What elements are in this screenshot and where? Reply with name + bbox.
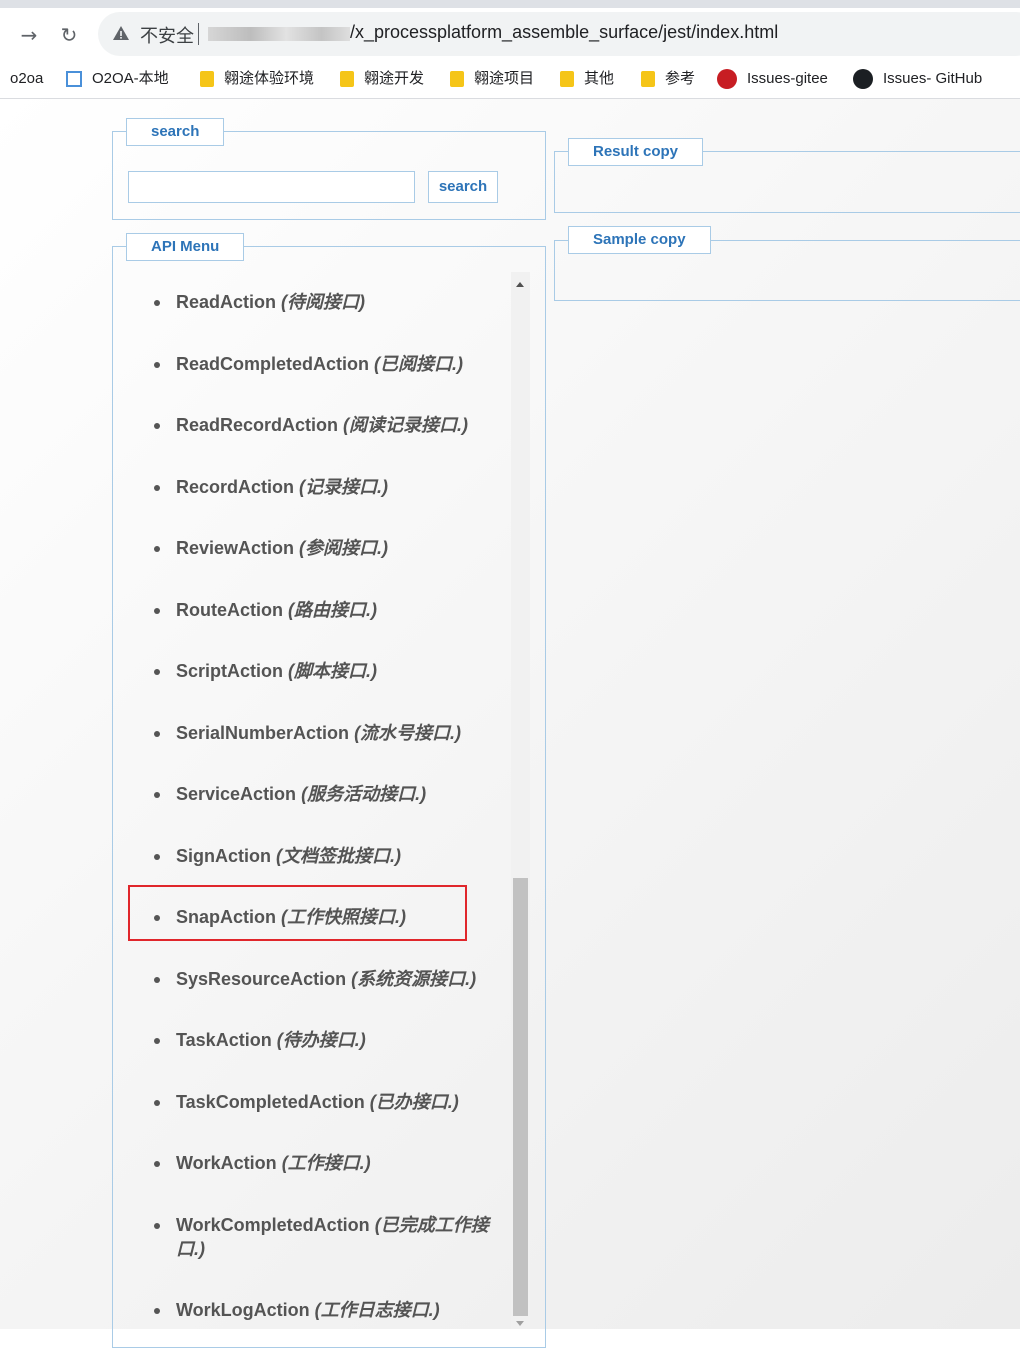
url-text[interactable]: /x_processplatform_assemble_surface/jest… bbox=[350, 22, 778, 43]
action-name[interactable]: ScriptAction bbox=[176, 661, 283, 681]
action-name[interactable]: ServiceAction bbox=[176, 784, 296, 804]
bookmark-folder-4[interactable]: 其他 bbox=[560, 69, 614, 89]
action-desc: (参阅接口.) bbox=[299, 538, 389, 558]
action-name[interactable]: TaskCompletedAction bbox=[176, 1092, 365, 1112]
folder-icon bbox=[560, 71, 574, 88]
bookmarks-bar: o2oa O2OA-本地 翱途体验环境 翱途开发 翱途项目 其他 参考 Issu… bbox=[0, 60, 1020, 99]
insecure-label: 不安全 bbox=[140, 26, 194, 46]
action-desc: (流水号接口.) bbox=[354, 723, 462, 743]
bookmark-folder-1[interactable]: 翱途体验环境 bbox=[200, 69, 314, 89]
bookmark-label: Issues- GitHub bbox=[883, 70, 983, 87]
bullet bbox=[154, 1100, 160, 1106]
bookmark-label: O2OA-本地 bbox=[92, 70, 169, 87]
action-name[interactable]: ReadRecordAction bbox=[176, 415, 338, 435]
bookmark-o2oa-local[interactable]: O2OA-本地 bbox=[66, 69, 169, 89]
bookmark-label: 参考 bbox=[665, 70, 696, 87]
folder-icon bbox=[340, 71, 354, 88]
action-name[interactable]: SysResourceAction bbox=[176, 969, 346, 989]
action-desc: (脚本接口.) bbox=[288, 661, 378, 681]
action-name[interactable]: ReviewAction bbox=[176, 538, 294, 558]
folder-icon bbox=[450, 71, 464, 88]
bullet bbox=[154, 300, 160, 306]
api-menu-legend: API Menu bbox=[126, 233, 245, 261]
address-bar[interactable]: 不安全 /x_processplatform_assemble_surface/… bbox=[98, 12, 1020, 56]
bookmark-label: 翱途开发 bbox=[364, 70, 425, 87]
browser-toolbar: → ↻ 不安全 /x_processplatform_assemble_surf… bbox=[0, 8, 1020, 60]
action-desc: (已办接口.) bbox=[369, 1092, 459, 1112]
action-name[interactable]: SerialNumberAction bbox=[176, 723, 349, 743]
snapaction-highlight-box bbox=[128, 885, 467, 941]
search-button[interactable]: search bbox=[428, 171, 498, 203]
action-desc: (工作接口.) bbox=[281, 1153, 371, 1173]
action-name[interactable]: ReadAction bbox=[176, 292, 276, 312]
forward-icon[interactable]: → bbox=[14, 22, 44, 48]
bookmark-issues-gitee[interactable]: Issues-gitee bbox=[717, 69, 828, 90]
bullet bbox=[154, 423, 160, 429]
search-input[interactable] bbox=[128, 171, 415, 203]
sample-copy-legend[interactable]: Sample copy bbox=[568, 226, 711, 254]
bullet bbox=[154, 362, 160, 368]
bullet bbox=[154, 1308, 160, 1314]
bullet bbox=[154, 608, 160, 614]
o2oa-icon bbox=[66, 71, 82, 88]
action-desc: (路由接口.) bbox=[288, 600, 378, 620]
bookmark-issues-github[interactable]: Issues- GitHub bbox=[853, 69, 983, 90]
bullet bbox=[154, 854, 160, 860]
action-desc: (系统资源接口.) bbox=[351, 969, 477, 989]
bullet bbox=[154, 1161, 160, 1167]
scroll-up-arrow-icon[interactable] bbox=[516, 282, 524, 287]
action-name[interactable]: WorkCompletedAction bbox=[176, 1215, 370, 1235]
api-menu-list: ReadAction (待阅接口) ReadCompletedAction (已… bbox=[128, 272, 510, 1329]
warning-icon[interactable] bbox=[112, 24, 130, 42]
github-icon bbox=[853, 69, 873, 90]
gitee-icon bbox=[717, 69, 737, 90]
action-name[interactable]: WorkLogAction bbox=[176, 1300, 310, 1320]
bookmark-label: 翱途体验环境 bbox=[224, 70, 315, 87]
action-name[interactable]: ReadCompletedAction bbox=[176, 354, 369, 374]
action-desc: (待阅接口) bbox=[281, 292, 366, 312]
result-copy-legend[interactable]: Result copy bbox=[568, 138, 704, 166]
reload-icon[interactable]: ↻ bbox=[54, 22, 84, 48]
bookmark-folder-5[interactable]: 参考 bbox=[641, 69, 695, 89]
folder-icon bbox=[200, 71, 214, 88]
separator bbox=[198, 23, 199, 45]
bookmark-label: 翱途项目 bbox=[474, 70, 535, 87]
action-desc: (服务活动接口.) bbox=[301, 784, 427, 804]
bullet bbox=[154, 546, 160, 552]
scrollbar-thumb[interactable] bbox=[513, 878, 528, 1316]
tab-strip bbox=[0, 0, 1020, 8]
bullet bbox=[154, 1038, 160, 1044]
action-name[interactable]: RecordAction bbox=[176, 477, 294, 497]
action-desc: (工作日志接口.) bbox=[314, 1300, 440, 1320]
folder-icon bbox=[641, 71, 655, 88]
action-desc: (阅读记录接口.) bbox=[343, 415, 469, 435]
action-desc: (待办接口.) bbox=[276, 1030, 366, 1050]
bullet bbox=[154, 792, 160, 798]
bullet bbox=[154, 669, 160, 675]
bookmark-folder-2[interactable]: 翱途开发 bbox=[340, 69, 424, 89]
bullet bbox=[154, 731, 160, 737]
action-name[interactable]: RouteAction bbox=[176, 600, 283, 620]
redacted-host bbox=[208, 27, 350, 41]
bookmark-label: o2oa bbox=[10, 70, 44, 87]
action-desc: (已阅接口.) bbox=[374, 354, 464, 374]
action-name[interactable]: SignAction bbox=[176, 846, 271, 866]
action-name[interactable]: WorkAction bbox=[176, 1153, 277, 1173]
api-menu-scrollbar[interactable] bbox=[511, 272, 530, 1329]
search-legend: search bbox=[126, 118, 225, 146]
bookmark-label: Issues-gitee bbox=[747, 70, 828, 87]
bookmark-label: 其他 bbox=[584, 70, 615, 87]
action-desc: (文档签批接口.) bbox=[276, 846, 402, 866]
bullet bbox=[154, 977, 160, 983]
bookmark-folder-3[interactable]: 翱途项目 bbox=[450, 69, 534, 89]
bullet bbox=[154, 485, 160, 491]
scroll-down-arrow-icon[interactable] bbox=[516, 1321, 524, 1326]
action-name[interactable]: TaskAction bbox=[176, 1030, 272, 1050]
bullet bbox=[154, 1223, 160, 1229]
bookmark-o2oa[interactable]: o2oa bbox=[10, 69, 43, 89]
action-desc: (记录接口.) bbox=[299, 477, 389, 497]
